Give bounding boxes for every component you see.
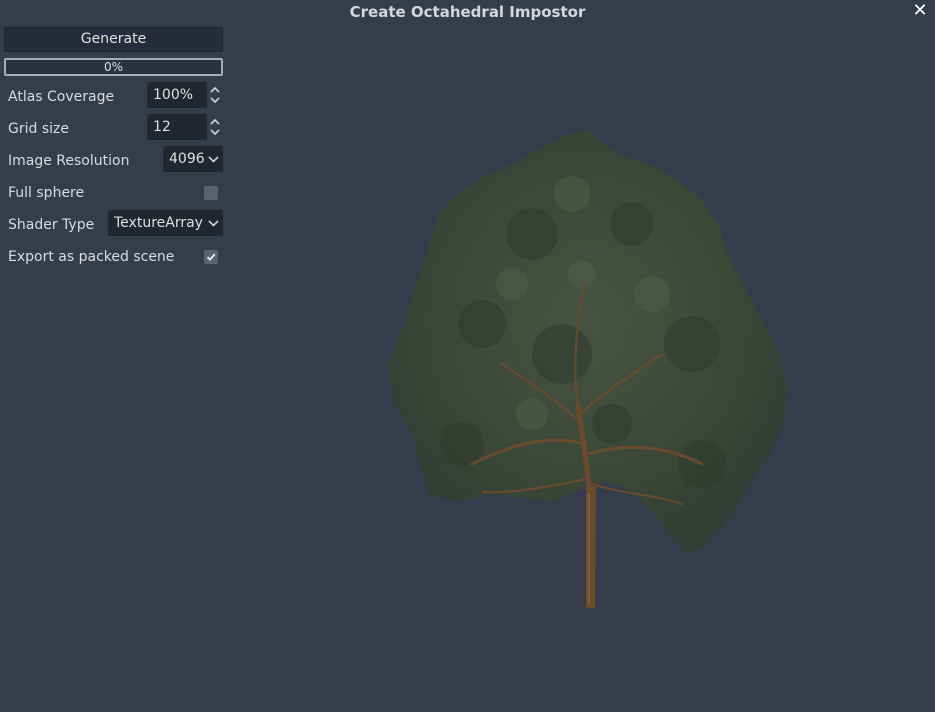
generate-button[interactable]: Generate — [4, 27, 223, 52]
shader-type-dropdown[interactable]: TextureArray — [108, 210, 223, 236]
export-packed-row: Export as packed scene — [0, 242, 232, 270]
atlas-coverage-spinbox: 100% — [147, 82, 223, 108]
grid-size-field[interactable]: 12 — [147, 114, 207, 140]
shader-type-label: Shader Type — [8, 217, 95, 233]
progress-bar: 0% — [4, 58, 223, 76]
image-resolution-row: Image Resolution 4096 — [0, 146, 232, 174]
settings-panel: Generate 0% Atlas Coverage 100% Grid siz… — [0, 24, 232, 712]
full-sphere-checkbox[interactable] — [204, 186, 218, 200]
chevron-down-icon — [208, 156, 219, 163]
window-title: Create Octahedral Impostor — [349, 3, 586, 21]
checkmark-icon — [206, 253, 216, 261]
image-resolution-dropdown[interactable]: 4096 — [163, 146, 223, 172]
grid-size-spinbox: 12 — [147, 114, 223, 140]
title-bar: Create Octahedral Impostor ✕ — [0, 0, 935, 24]
image-resolution-label: Image Resolution — [8, 153, 130, 169]
up-down-arrows-icon[interactable] — [208, 84, 222, 106]
shader-type-value: TextureArray — [114, 215, 203, 231]
progress-text: 0% — [103, 60, 124, 74]
impostor-dialog: Create Octahedral Impostor ✕ Generate 0%… — [0, 0, 935, 712]
full-sphere-label: Full sphere — [8, 185, 85, 201]
atlas-coverage-label: Atlas Coverage — [8, 89, 115, 105]
close-icon[interactable]: ✕ — [911, 1, 929, 21]
image-resolution-value: 4096 — [169, 151, 205, 167]
chevron-down-icon — [208, 220, 219, 227]
atlas-coverage-field[interactable]: 100% — [147, 82, 207, 108]
export-packed-checkbox[interactable] — [204, 250, 218, 264]
tree-preview — [388, 130, 788, 608]
grid-size-row: Grid size 12 — [0, 114, 232, 142]
up-down-arrows-icon[interactable] — [208, 116, 222, 138]
full-sphere-row: Full sphere — [0, 178, 232, 206]
tree-trunk-highlight — [588, 494, 590, 604]
export-packed-label: Export as packed scene — [8, 249, 175, 265]
atlas-coverage-row: Atlas Coverage 100% — [0, 82, 232, 110]
preview-viewport[interactable] — [232, 24, 935, 712]
shader-type-row: Shader Type TextureArray — [0, 210, 232, 238]
tree-trunk — [586, 486, 596, 608]
grid-size-label: Grid size — [8, 121, 69, 137]
